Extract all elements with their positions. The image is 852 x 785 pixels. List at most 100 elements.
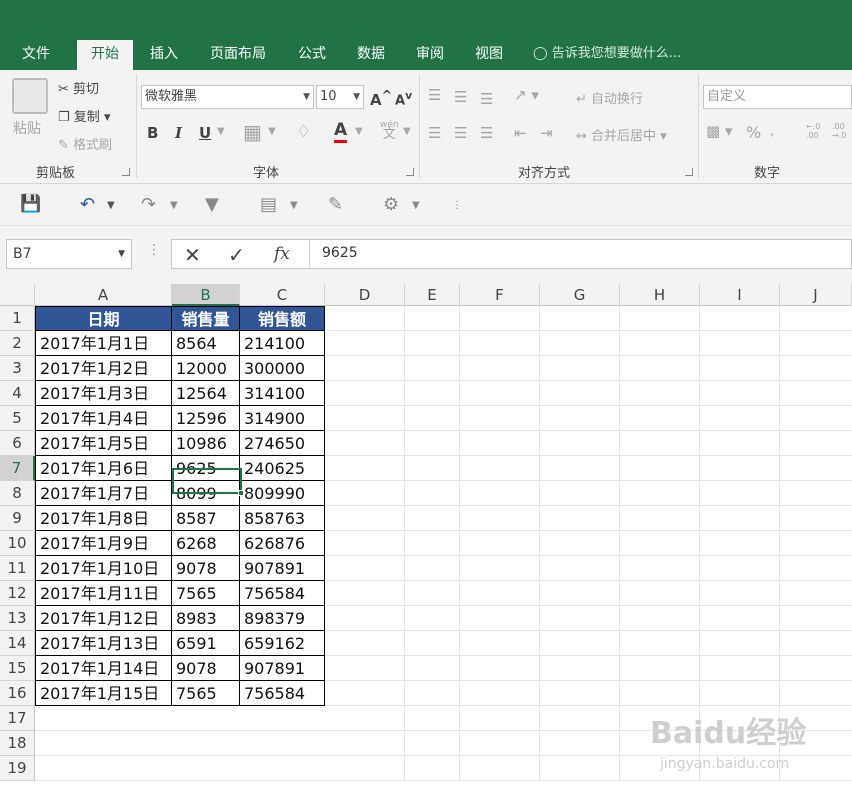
cell-c4[interactable]: 314100: [240, 381, 325, 406]
row-header-10[interactable]: 10: [0, 531, 35, 556]
chevron-down-icon[interactable]: ▼: [170, 200, 178, 211]
row-header-18[interactable]: 18: [0, 731, 35, 756]
chevron-down-icon[interactable]: ▼: [268, 126, 276, 137]
cell-a7[interactable]: 2017年1月6日: [35, 456, 172, 481]
grow-font-button[interactable]: A^: [370, 87, 392, 109]
row-header-6[interactable]: 6: [0, 431, 35, 456]
tab-data[interactable]: 数据: [347, 40, 395, 70]
decrease-indent-icon[interactable]: ⇤: [514, 124, 527, 142]
align-top-icon[interactable]: ☰: [428, 86, 441, 104]
italic-button[interactable]: I: [175, 124, 182, 142]
cell-a6[interactable]: 2017年1月5日: [35, 431, 172, 456]
cell-a12[interactable]: 2017年1月11日: [35, 581, 172, 606]
redo-icon[interactable]: ↷: [141, 194, 156, 215]
tools-icon[interactable]: ⚙: [383, 194, 399, 215]
table-header-cell[interactable]: 销售量: [172, 306, 240, 331]
chevron-down-icon[interactable]: ▼: [403, 126, 411, 137]
row-header-7[interactable]: 7: [0, 456, 35, 481]
tab-view[interactable]: 视图: [465, 40, 513, 70]
font-color-icon[interactable]: A: [334, 120, 348, 143]
align-middle-icon[interactable]: ☰: [454, 88, 467, 106]
align-left-icon[interactable]: ☰: [428, 124, 441, 142]
column-header-e[interactable]: E: [405, 284, 460, 306]
cell-b11[interactable]: 9078: [172, 556, 240, 581]
tab-formulas[interactable]: 公式: [288, 40, 336, 70]
table-header-cell[interactable]: 日期: [35, 306, 172, 331]
column-header-i[interactable]: I: [700, 284, 780, 306]
cell-b16[interactable]: 7565: [172, 681, 240, 706]
column-header-b[interactable]: B: [172, 284, 240, 306]
column-header-j[interactable]: J: [780, 284, 852, 306]
row-header-4[interactable]: 4: [0, 381, 35, 406]
cell-a16[interactable]: 2017年1月15日: [35, 681, 172, 706]
cell-a3[interactable]: 2017年1月2日: [35, 356, 172, 381]
underline-button[interactable]: U: [199, 124, 211, 142]
cell-a2[interactable]: 2017年1月1日: [35, 331, 172, 356]
cell-b14[interactable]: 6591: [172, 631, 240, 656]
font-size-select[interactable]: 10 ▼: [316, 85, 364, 109]
cell-a11[interactable]: 2017年1月10日: [35, 556, 172, 581]
column-header-f[interactable]: F: [460, 284, 540, 306]
cell-c14[interactable]: 659162: [240, 631, 325, 656]
cell-a15[interactable]: 2017年1月14日: [35, 656, 172, 681]
undo-icon[interactable]: ↶: [80, 194, 95, 215]
cell-b3[interactable]: 12000: [172, 356, 240, 381]
wrap-text-button[interactable]: ↵ 自动换行: [576, 88, 643, 107]
column-header-h[interactable]: H: [620, 284, 700, 306]
cell-b4[interactable]: 12564: [172, 381, 240, 406]
tab-review[interactable]: 审阅: [406, 40, 454, 70]
bold-button[interactable]: B: [147, 124, 158, 142]
row-header-5[interactable]: 5: [0, 406, 35, 431]
align-right-icon[interactable]: ☰: [480, 124, 493, 142]
cell-c2[interactable]: 214100: [240, 331, 325, 356]
worksheet-grid[interactable]: ABCDEFGHIJ 1 2 3 4 5 6 7 8 9 10 11 12 13 14 15 16 17 18 19…: [0, 284, 852, 785]
column-header-d[interactable]: D: [325, 284, 405, 306]
row-header-19[interactable]: 19: [0, 756, 35, 781]
cell-c15[interactable]: 907891: [240, 656, 325, 681]
row-header-12[interactable]: 12: [0, 581, 35, 606]
save-icon[interactable]: 💾: [20, 194, 41, 214]
cell-a5[interactable]: 2017年1月4日: [35, 406, 172, 431]
cell-b15[interactable]: 9078: [172, 656, 240, 681]
cut-button[interactable]: ✂ 剪切: [58, 78, 99, 97]
fill-handle[interactable]: [238, 490, 244, 496]
paste-button[interactable]: 粘贴: [13, 118, 41, 138]
tell-me-search[interactable]: ◯ 告诉我您想要做什么...: [533, 40, 681, 70]
cell-a9[interactable]: 2017年1月8日: [35, 506, 172, 531]
cell-a4[interactable]: 2017年1月3日: [35, 381, 172, 406]
customize-qat-icon[interactable]: ⋮: [452, 200, 462, 211]
row-header-17[interactable]: 17: [0, 706, 35, 731]
row-header-14[interactable]: 14: [0, 631, 35, 656]
cell-c11[interactable]: 907891: [240, 556, 325, 581]
cell-a14[interactable]: 2017年1月13日: [35, 631, 172, 656]
tab-home[interactable]: 开始: [77, 40, 133, 70]
cell-c12[interactable]: 756584: [240, 581, 325, 606]
cell-b10[interactable]: 6268: [172, 531, 240, 556]
cell-c3[interactable]: 300000: [240, 356, 325, 381]
row-header-3[interactable]: 3: [0, 356, 35, 381]
clipboard-launcher-icon[interactable]: [122, 168, 130, 176]
cell-c7[interactable]: 240625: [240, 456, 325, 481]
row-header-2[interactable]: 2: [0, 331, 35, 356]
row-header-1[interactable]: 1: [0, 306, 35, 331]
brush-icon[interactable]: ✎: [328, 194, 343, 215]
currency-icon[interactable]: ▩ ▾: [706, 122, 732, 140]
insert-function-icon[interactable]: fx: [274, 244, 290, 264]
cell-b6[interactable]: 10986: [172, 431, 240, 456]
formula-input[interactable]: 9625: [310, 239, 358, 269]
cell-b5[interactable]: 12596: [172, 406, 240, 431]
tab-page-layout[interactable]: 页面布局: [200, 40, 276, 70]
comma-style-icon[interactable]: ,: [770, 124, 774, 139]
chevron-down-icon[interactable]: ▼: [107, 200, 115, 211]
chevron-down-icon[interactable]: ▼: [290, 200, 298, 211]
phonetic-icon[interactable]: wén 文: [380, 120, 399, 141]
chevron-down-icon[interactable]: ▼: [355, 126, 363, 137]
name-box[interactable]: B7 ▼: [6, 239, 132, 269]
row-header-9[interactable]: 9: [0, 506, 35, 531]
cell-c13[interactable]: 898379: [240, 606, 325, 631]
chevron-down-icon[interactable]: ▼: [412, 200, 420, 211]
merge-center-button[interactable]: ↔ 合并后居中 ▾: [576, 125, 667, 144]
table-header-cell[interactable]: 销售额: [240, 306, 325, 331]
column-header-c[interactable]: C: [240, 284, 325, 306]
filter-icon[interactable]: ▼: [205, 194, 219, 215]
